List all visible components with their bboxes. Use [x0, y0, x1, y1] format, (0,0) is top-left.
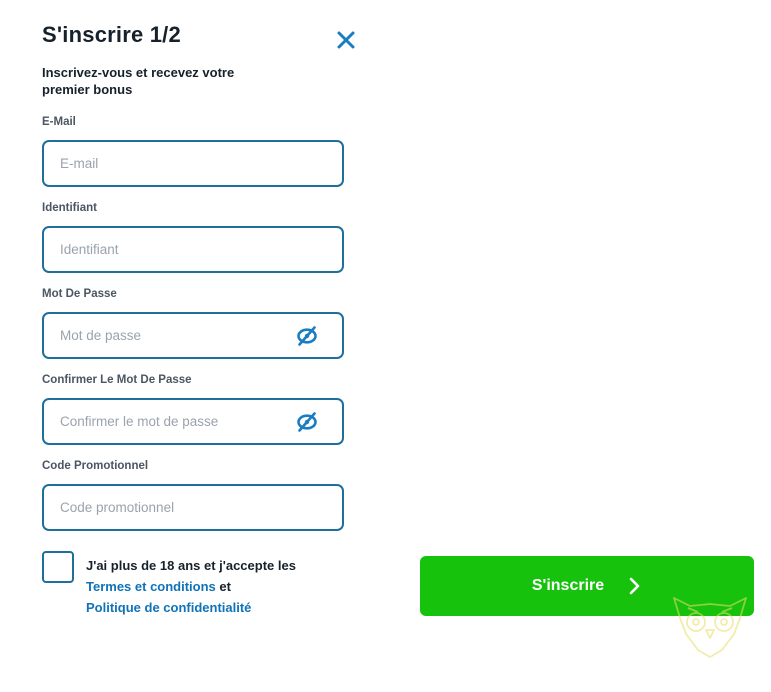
username-label: Identifiant [42, 202, 97, 214]
close-button[interactable] [334, 28, 358, 52]
username-field-wrapper [42, 226, 344, 273]
promo-code-label: Code Promotionnel [42, 460, 149, 472]
consent-and: et [219, 579, 231, 594]
consent-text: J'ai plus de 18 ans et j'accepte les Ter… [86, 555, 336, 618]
register-button-label: S'inscrire [531, 577, 605, 594]
password-field-wrapper [42, 312, 344, 359]
close-icon [337, 31, 355, 49]
confirm-password-visibility-toggle[interactable] [296, 411, 318, 433]
consent-statement: J'ai plus de 18 ans et j'accepte les [86, 558, 296, 573]
age-terms-checkbox[interactable] [42, 551, 74, 583]
confirm-password-label: Confirmer Le Mot De Passe [42, 374, 192, 386]
email-label: E-Mail [42, 116, 76, 128]
owl-logo [673, 597, 747, 658]
promo-code-input[interactable] [44, 486, 342, 529]
chevron-right-icon [629, 577, 640, 595]
dialog-title: S'inscrire 1/2 [42, 22, 181, 47]
email-input[interactable] [44, 142, 342, 185]
eye-slash-icon [297, 411, 317, 432]
email-field-wrapper [42, 140, 344, 187]
password-visibility-toggle[interactable] [296, 325, 318, 347]
eye-slash-icon [297, 325, 317, 346]
confirm-password-field-wrapper [42, 398, 344, 445]
privacy-policy-link[interactable]: Politique de confidentialité [86, 600, 251, 615]
promo-code-field-wrapper [42, 484, 344, 531]
terms-link[interactable]: Termes et conditions [86, 579, 216, 594]
password-label: Mot De Passe [42, 288, 117, 300]
username-input[interactable] [44, 228, 342, 271]
dialog-subtitle: Inscrivez-vous et recevez votre premier … [42, 65, 235, 97]
